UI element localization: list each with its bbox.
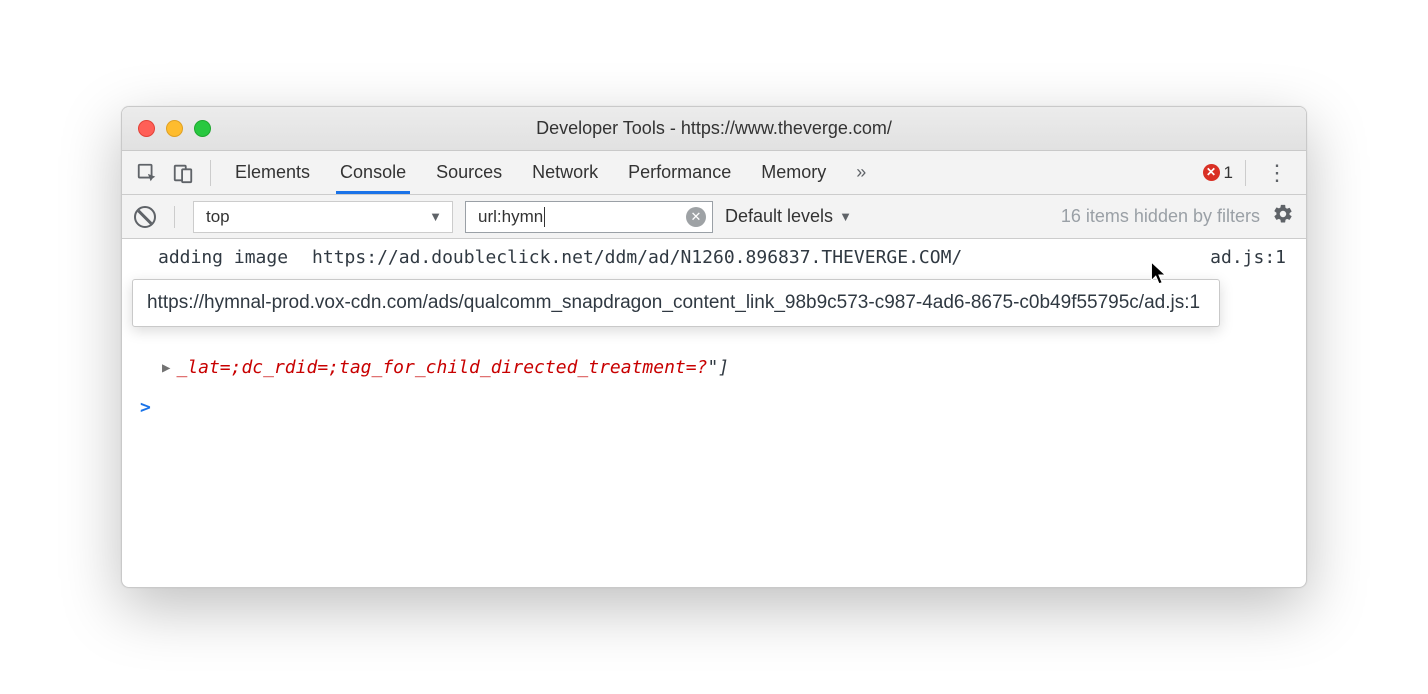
- hidden-items-note: 16 items hidden by filters: [1061, 206, 1260, 227]
- tabs-overflow-button[interactable]: »: [844, 151, 878, 194]
- divider: [174, 206, 175, 228]
- devtools-menu-button[interactable]: ⋮: [1258, 160, 1296, 186]
- devtools-tabbar: Elements Console Sources Network Perform…: [122, 151, 1306, 195]
- divider: [1245, 160, 1246, 186]
- tab-network[interactable]: Network: [520, 151, 610, 194]
- filter-value: url:hymn: [478, 207, 543, 227]
- window-titlebar: Developer Tools - https://www.theverge.c…: [122, 107, 1306, 151]
- error-icon: ✕: [1203, 164, 1220, 181]
- tab-memory[interactable]: Memory: [749, 151, 838, 194]
- console-toolbar: top ▼ url:hymn ✕ Default levels ▼ 16 ite…: [122, 195, 1306, 239]
- devtools-window: Developer Tools - https://www.theverge.c…: [121, 106, 1307, 588]
- log-text-a: adding image: [158, 247, 288, 268]
- close-window-button[interactable]: [138, 120, 155, 137]
- console-log-row: adding image https://ad.doubleclick.net/…: [122, 239, 1306, 274]
- execution-context-select[interactable]: top ▼: [193, 201, 453, 233]
- console-settings-button[interactable]: [1272, 203, 1294, 230]
- levels-label: Default levels: [725, 206, 833, 227]
- tab-performance[interactable]: Performance: [616, 151, 743, 194]
- chevron-down-icon: ▼: [429, 209, 442, 224]
- window-title: Developer Tools - https://www.theverge.c…: [122, 118, 1306, 139]
- traffic-lights: [122, 120, 211, 137]
- console-prompt[interactable]: >: [140, 397, 151, 418]
- error-count: 1: [1224, 163, 1233, 183]
- text-caret: [544, 207, 545, 227]
- console-log-row: ▶ _lat=;dc_rdid=;tag_for_child_directed_…: [162, 357, 729, 378]
- expand-arrow-icon[interactable]: ▶: [162, 360, 170, 376]
- clear-console-button[interactable]: [134, 206, 156, 228]
- zoom-window-button[interactable]: [194, 120, 211, 137]
- console-output: adding image https://ad.doubleclick.net/…: [122, 239, 1306, 587]
- device-toolbar-icon[interactable]: [168, 159, 198, 187]
- chevron-down-icon: ▼: [839, 209, 852, 224]
- clear-filter-button[interactable]: ✕: [686, 207, 706, 227]
- minimize-window-button[interactable]: [166, 120, 183, 137]
- console-filter-input[interactable]: url:hymn ✕: [465, 201, 713, 233]
- error-count-badge[interactable]: ✕ 1: [1203, 163, 1233, 183]
- log-text-b: https://ad.doubleclick.net/ddm/ad/N1260.…: [312, 247, 962, 268]
- log-source-link[interactable]: ad.js:1: [1210, 247, 1286, 268]
- inspect-element-icon[interactable]: [132, 159, 162, 187]
- context-value: top: [206, 207, 230, 227]
- log-text: _lat=;dc_rdid=;tag_for_child_directed_tr…: [176, 357, 729, 378]
- tab-console[interactable]: Console: [328, 151, 418, 194]
- log-levels-select[interactable]: Default levels ▼: [725, 206, 852, 227]
- source-link-tooltip: https://hymnal-prod.vox-cdn.com/ads/qual…: [132, 279, 1220, 327]
- divider: [210, 160, 211, 186]
- tab-sources[interactable]: Sources: [424, 151, 514, 194]
- tab-elements[interactable]: Elements: [223, 151, 322, 194]
